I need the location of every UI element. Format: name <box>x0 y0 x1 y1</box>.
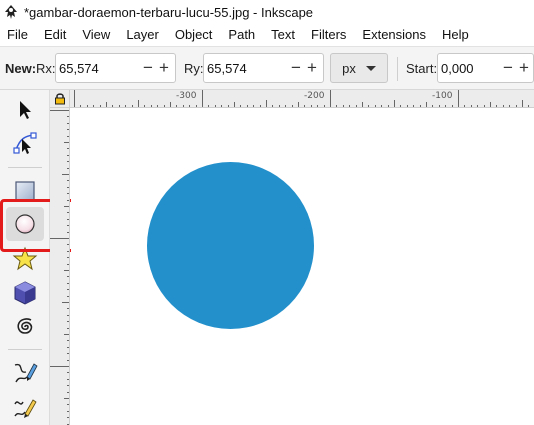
rx-spinbox: − + <box>55 53 176 83</box>
selector-tool[interactable] <box>6 93 44 127</box>
ruler-label: -200 <box>304 91 325 101</box>
toolbox <box>0 90 50 425</box>
toolbox-separator <box>8 349 42 350</box>
ry-decrement-button[interactable]: − <box>288 54 304 82</box>
horizontal-ruler: -300 -200 -100 <box>70 90 534 108</box>
spiral-tool[interactable] <box>6 310 44 344</box>
ry-input[interactable] <box>204 54 288 82</box>
ry-spinbox: − + <box>203 53 324 83</box>
lock-icon <box>54 93 65 105</box>
rx-increment-button[interactable]: + <box>156 54 172 82</box>
3d-box-icon <box>14 281 36 305</box>
menu-filters[interactable]: Filters <box>303 24 354 46</box>
unit-dropdown[interactable]: px <box>330 53 388 83</box>
inkscape-logo-icon <box>5 5 17 19</box>
3d-box-tool[interactable] <box>6 276 44 310</box>
horizontal-ruler-ticks <box>74 90 529 107</box>
window-title: *gambar-doraemon-terbaru-lucu-55.jpg - I… <box>24 4 314 20</box>
node-editor-icon <box>13 132 37 154</box>
node-tool[interactable] <box>6 126 44 160</box>
menu-path[interactable]: Path <box>220 24 263 46</box>
ry-increment-button[interactable]: + <box>304 54 320 82</box>
menu-view[interactable]: View <box>74 24 118 46</box>
rx-label: Rx: <box>36 61 56 76</box>
spiral-icon <box>17 318 33 334</box>
start-input[interactable] <box>438 54 500 82</box>
tool-controls-bar: New: Rx: − + Ry: − + px Start: − + <box>0 46 534 90</box>
pen-bezier-icon <box>14 363 38 383</box>
start-label: Start: <box>406 61 438 76</box>
rx-decrement-button[interactable]: − <box>140 54 156 82</box>
start-spinbox: − + <box>437 53 534 83</box>
blue-circle-shape[interactable] <box>147 162 314 329</box>
menu-file[interactable]: File <box>0 24 36 46</box>
vertical-ruler-ticks <box>50 110 69 425</box>
ruler-label: -100 <box>432 91 453 101</box>
new-label: New: <box>5 61 37 76</box>
menu-bar: File Edit View Layer Object Path Text Fi… <box>0 24 534 46</box>
rx-input[interactable] <box>56 54 140 82</box>
pencil-tool[interactable] <box>6 390 44 424</box>
arrow-pointer-icon <box>20 101 31 119</box>
ruler-label: -300 <box>176 91 197 101</box>
menu-edit[interactable]: Edit <box>36 24 74 46</box>
start-decrement-button[interactable]: − <box>500 54 516 82</box>
menu-layer[interactable]: Layer <box>118 24 167 46</box>
pencil-icon <box>14 399 37 418</box>
menu-help[interactable]: Help <box>434 24 477 46</box>
toolbox-separator <box>8 167 42 168</box>
vertical-ruler <box>50 108 70 425</box>
pen-tool[interactable] <box>6 356 44 390</box>
unit-value: px <box>342 60 356 76</box>
menu-extensions[interactable]: Extensions <box>354 24 434 46</box>
ry-label: Ry: <box>184 61 204 76</box>
start-increment-button[interactable]: + <box>516 54 532 82</box>
menu-object[interactable]: Object <box>167 24 221 46</box>
menu-text[interactable]: Text <box>263 24 303 46</box>
toolbar-separator <box>397 57 398 81</box>
chevron-down-icon <box>365 65 376 71</box>
title-bar: *gambar-doraemon-terbaru-lucu-55.jpg - I… <box>0 0 534 24</box>
ruler-corner[interactable] <box>50 90 70 108</box>
